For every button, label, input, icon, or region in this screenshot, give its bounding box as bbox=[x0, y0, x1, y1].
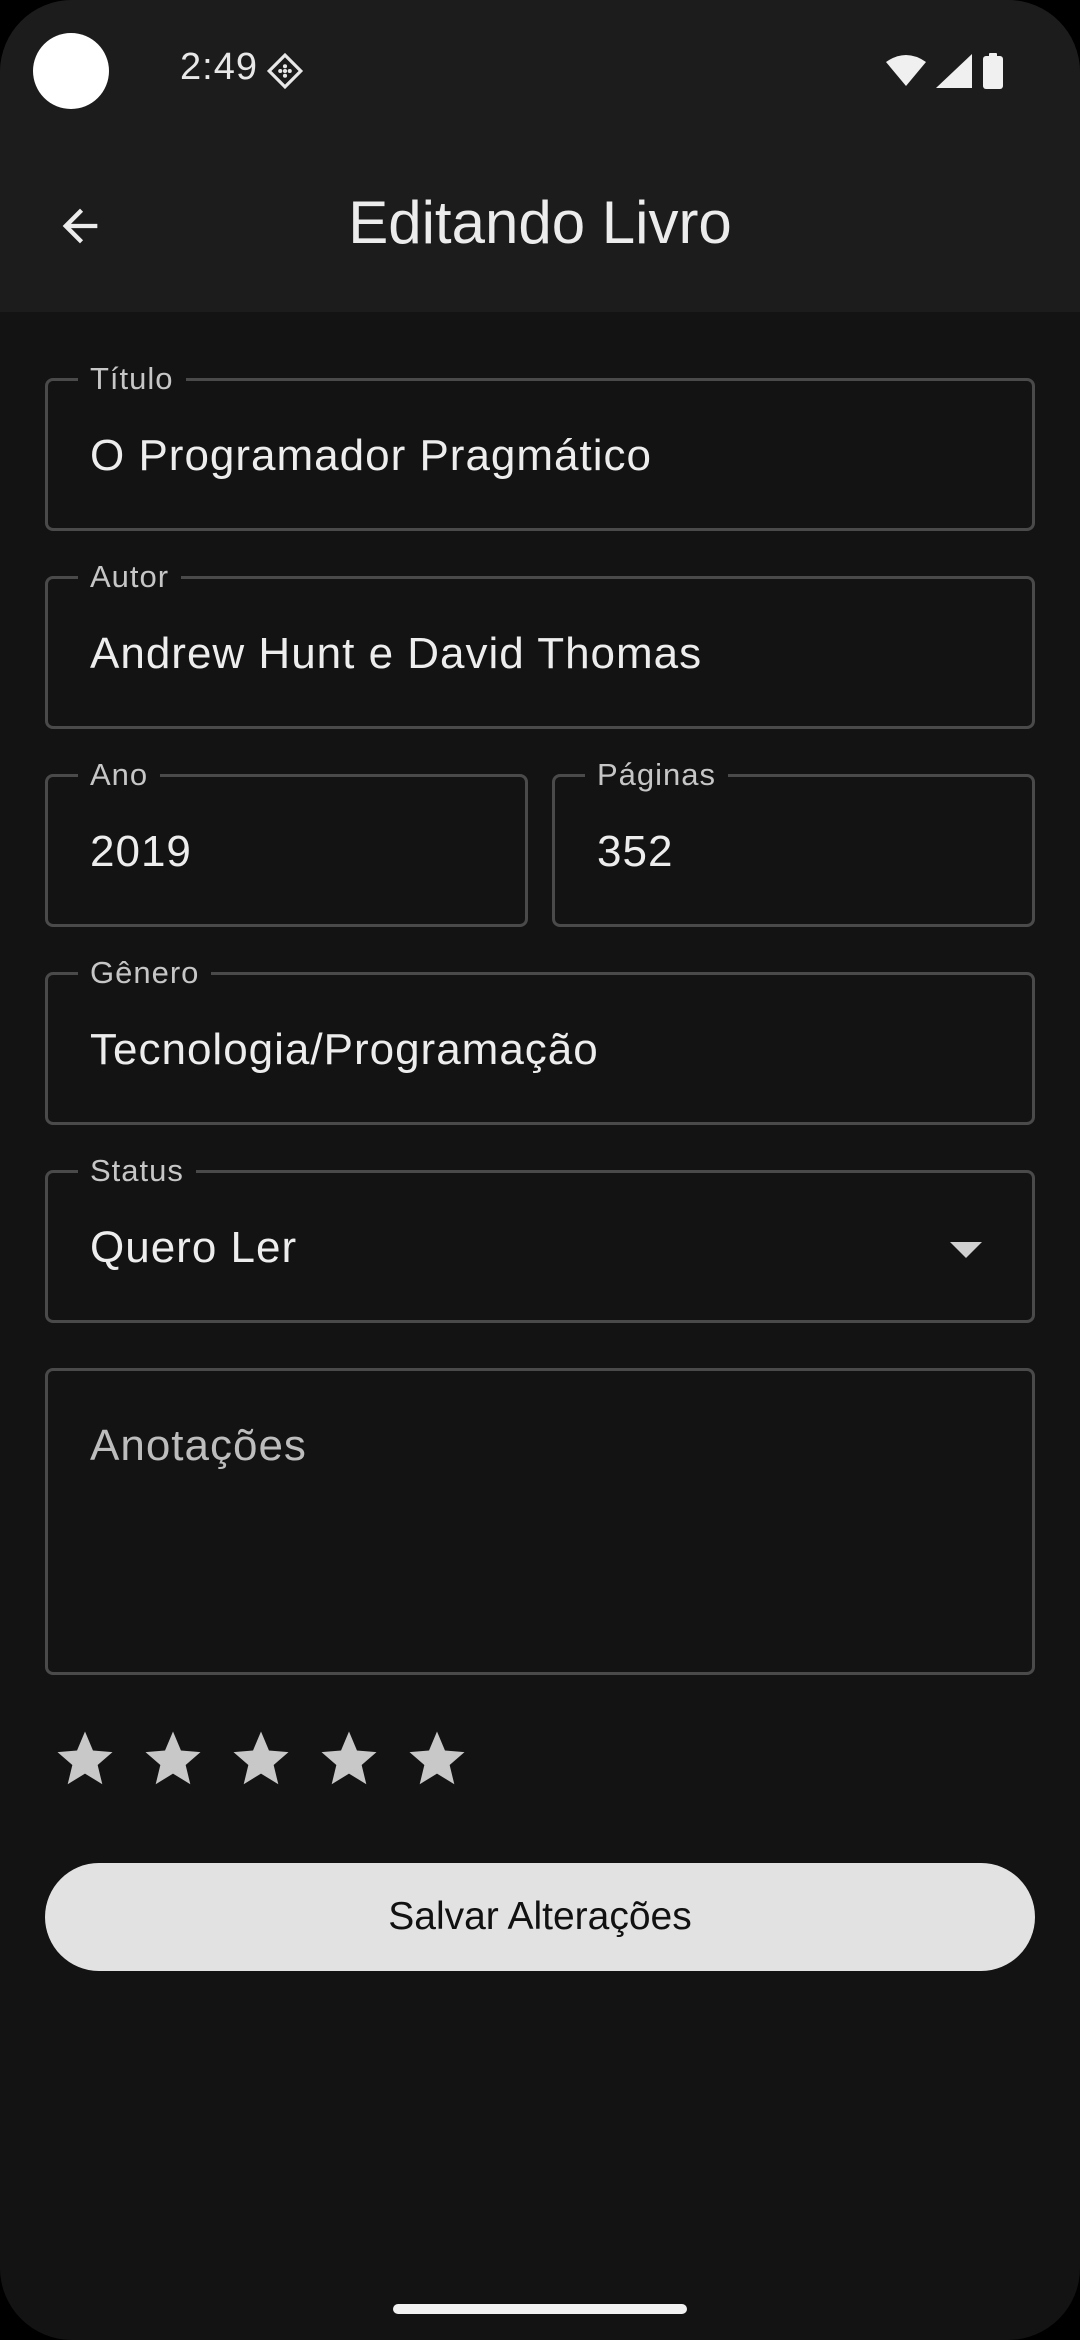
signal-icon bbox=[936, 54, 972, 88]
author-field[interactable]: Autor Andrew Hunt e David Thomas bbox=[45, 559, 1035, 729]
star-icon[interactable] bbox=[52, 1726, 118, 1792]
home-indicator[interactable] bbox=[393, 2304, 687, 2314]
status-time: 2:49 bbox=[180, 46, 258, 88]
status-dropdown-label: Status bbox=[78, 1153, 196, 1189]
author-field-label: Autor bbox=[78, 559, 182, 595]
pages-field[interactable]: Páginas 352 bbox=[552, 757, 1035, 927]
dropdown-arrow-icon[interactable] bbox=[950, 1242, 982, 1258]
year-field-label: Ano bbox=[78, 757, 161, 793]
genre-field-value[interactable]: Tecnologia/Programação bbox=[90, 1025, 599, 1075]
app-bar: Editando Livro bbox=[0, 140, 1080, 312]
star-icon[interactable] bbox=[316, 1726, 382, 1792]
notes-field[interactable]: Anotações bbox=[45, 1368, 1035, 1675]
notes-placeholder[interactable]: Anotações bbox=[90, 1421, 307, 1471]
genre-field[interactable]: Gênero Tecnologia/Programação bbox=[45, 955, 1035, 1125]
save-button[interactable]: Salvar Alterações bbox=[45, 1863, 1035, 1971]
camera-cutout bbox=[33, 33, 109, 109]
genre-field-label: Gênero bbox=[78, 955, 212, 991]
title-field-label: Título bbox=[78, 361, 186, 397]
notification-icon bbox=[266, 52, 304, 90]
page-title: Editando Livro bbox=[348, 189, 732, 256]
pages-field-value[interactable]: 352 bbox=[597, 827, 673, 877]
wifi-icon bbox=[886, 55, 926, 86]
status-dropdown-value[interactable]: Quero Ler bbox=[90, 1223, 297, 1273]
battery-icon bbox=[983, 53, 1003, 89]
title-field[interactable]: Título O Programador Pragmático bbox=[45, 361, 1035, 531]
author-field-value[interactable]: Andrew Hunt e David Thomas bbox=[90, 629, 702, 679]
year-field[interactable]: Ano 2019 bbox=[45, 757, 528, 927]
app-screen: 2:49 Editando Livro Título O Programador… bbox=[0, 0, 1080, 2340]
year-field-value[interactable]: 2019 bbox=[90, 827, 192, 877]
status-icons bbox=[886, 52, 1004, 90]
pages-field-label: Páginas bbox=[585, 757, 729, 793]
star-icon[interactable] bbox=[140, 1726, 206, 1792]
star-icon[interactable] bbox=[228, 1726, 294, 1792]
star-icon[interactable] bbox=[404, 1726, 470, 1792]
rating-stars bbox=[52, 1726, 470, 1792]
status-bar: 2:49 bbox=[0, 0, 1080, 140]
title-field-value[interactable]: O Programador Pragmático bbox=[90, 431, 652, 481]
status-dropdown[interactable]: Status Quero Ler bbox=[45, 1153, 1035, 1323]
